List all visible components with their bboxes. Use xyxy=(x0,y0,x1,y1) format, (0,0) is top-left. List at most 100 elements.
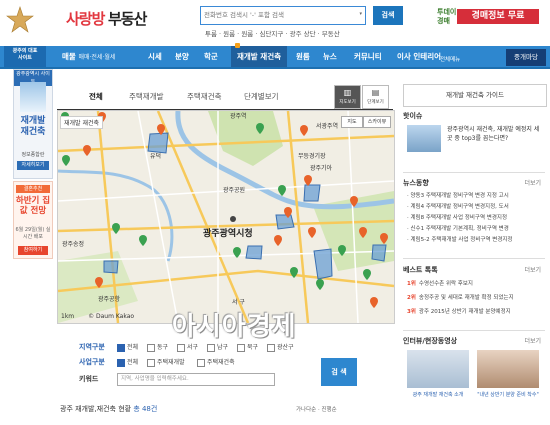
map-label: 광주공항 xyxy=(98,296,121,303)
stage-view-button[interactable]: ▤ 단계보기 xyxy=(362,85,389,109)
best-talk-item[interactable]: 2위 송정주공 및 세대로 재개발 확정 되었는지 xyxy=(407,293,543,301)
banner-red-tag: 결혼추천 xyxy=(16,185,50,193)
nav-item-sale[interactable]: 매물 매매·전세·월세 xyxy=(62,46,115,67)
status-heading: 광주 재개발,재건축 현황 총 48건 xyxy=(60,404,157,414)
nav-item-price[interactable]: 시세 xyxy=(148,46,162,67)
main-nav: 광주의 대표 사이트 매물 매매·전세·월세 시세 분양 학군 재개발 재건축 원… xyxy=(0,43,550,69)
nav-item-presale[interactable]: 분양 xyxy=(175,46,189,67)
project-map[interactable]: 재개발 재건축 지도 스카이뷰 광주역 서광주역 광주공원 광주송정 광주공항 … xyxy=(57,110,395,324)
nav-item-community[interactable]: 커뮤니티 xyxy=(354,46,382,67)
news-item[interactable]: · 계림4 주택재개발 정비구역 변경지정, 도서 xyxy=(407,202,543,210)
all-menu-link[interactable]: 전체메뉴 xyxy=(440,55,460,63)
search-option-icon[interactable]: ▾ xyxy=(359,11,362,17)
nav-item-moving[interactable]: 이사 인테리어 xyxy=(397,46,441,67)
watermark-text: 아시아경제 xyxy=(172,312,297,342)
map-label: 서광주역 xyxy=(316,123,339,130)
divider xyxy=(403,172,545,173)
banner-detail-button[interactable]: 자세히보기 xyxy=(17,161,49,170)
stage-view-label: 단계보기 xyxy=(367,100,384,105)
stage-view-icon: ▤ xyxy=(371,88,380,97)
business-option-all[interactable]: 전체 xyxy=(117,357,138,367)
region-option-seogu[interactable]: 서구 xyxy=(177,342,198,352)
video-section: 인터뷰/현장동영상 더보기 광주 재개발 재건축 소개 "내년 상반기 분양 준… xyxy=(403,336,545,425)
status-title: 광주 재개발,재건축 현황 xyxy=(60,405,132,413)
keyword-input[interactable]: 지역, 사업명을 입력해주세요. xyxy=(117,373,275,386)
project-area[interactable] xyxy=(275,214,295,230)
tab-by-stage[interactable]: 단계별보기 xyxy=(244,84,279,109)
video-heading: 인터뷰/현장동영상 xyxy=(403,337,458,345)
filter-search-button[interactable]: 검 색 xyxy=(321,358,357,386)
map-type-normal-button[interactable]: 지도 xyxy=(341,116,363,128)
right-sidebar: 재개발 재건축 가이드 핫이슈 광주광역시 재건축, 재개발 예정지 세곳 중 … xyxy=(403,84,547,425)
banner-join-button[interactable]: 참여하기 xyxy=(18,246,48,255)
news-item[interactable]: · 양동3 주택재개발 정비구역 변경 지정 고시 xyxy=(407,191,543,199)
business-option-reconstruction[interactable]: 주택재건축 xyxy=(197,357,235,367)
issue-thumbnail[interactable] xyxy=(407,125,441,152)
nav-item-redevelopment[interactable]: 재개발 재건축 xyxy=(231,43,288,67)
search-quick-links[interactable]: 투룸 · 원룸 · 원룸 · 심단지구 · 광주 상단 · 부동산 xyxy=(205,28,340,38)
tab-all[interactable]: 전체 xyxy=(89,84,103,109)
guide-link[interactable]: 재개발 재건축 가이드 xyxy=(403,84,547,107)
status-count: 총 48건 xyxy=(133,405,158,413)
search-filter: 지역구분 전체 동구 서구 남구 북구 광산구 사업구분 전체 주택재개발 주택… xyxy=(57,334,393,404)
logo-main-text[interactable]: 사랑방 xyxy=(66,8,105,29)
search-input[interactable] xyxy=(201,7,322,22)
best-talk-item[interactable]: 3위 광주 2015년 상반기 재개발 분양예정지 xyxy=(407,307,543,315)
region-option-gwangsangu[interactable]: 광산구 xyxy=(267,342,294,352)
broker-button[interactable]: 중개마당 xyxy=(506,49,546,66)
forecast-banner[interactable]: 결혼추천 하반기 집값 전망 6월 29일(월) 실시간 배포 참여하기 xyxy=(13,181,53,259)
video-caption[interactable]: 광주 재개발 재건축 소개 xyxy=(407,392,469,399)
project-area[interactable] xyxy=(245,245,263,260)
nav-item-oneroom[interactable]: 원룸 xyxy=(296,46,310,67)
best-talk-heading: 베스트 톡톡 xyxy=(403,266,438,274)
tab-house-redevelopment[interactable]: 주택재개발 xyxy=(129,84,164,109)
map-label: 광주기아 xyxy=(310,165,333,172)
video-caption[interactable]: "내년 상반기 분양 준비 착수" xyxy=(477,392,539,399)
promo-banner[interactable]: 경매정보 무료 xyxy=(457,9,539,24)
region-option-donggu[interactable]: 동구 xyxy=(147,342,168,352)
project-area[interactable] xyxy=(371,244,387,262)
news-item[interactable]: · 계림5-2 주택재개발 사업 정비구역 변경지정 xyxy=(407,235,543,243)
banner-title: 재개발 재건축 xyxy=(20,116,46,137)
region-option-bukgu[interactable]: 북구 xyxy=(237,342,258,352)
news-heading: 뉴스동향 xyxy=(403,179,429,187)
map-view-button[interactable]: ▥ 지도보기 xyxy=(334,85,361,109)
business-filter-label: 사업구분 xyxy=(79,358,105,366)
banner-subtitle: 정보종합란 xyxy=(21,152,45,158)
best-talk-more-link[interactable]: 더보기 xyxy=(524,265,541,274)
nav-item-school[interactable]: 학군 xyxy=(204,46,218,67)
redevelopment-banner[interactable]: 광주광역시 사이트 재개발 재건축 정보종합란 자세히보기 xyxy=(13,69,53,179)
site-home-badge[interactable]: 광주의 대표 사이트 xyxy=(4,46,46,67)
city-hall-marker xyxy=(230,216,236,222)
best-talk-item[interactable]: 1위 수영선수촌 위락 후보지 xyxy=(407,279,543,287)
keyword-label: 키워드 xyxy=(79,375,99,383)
project-area[interactable] xyxy=(147,132,169,154)
news-item[interactable]: · 계림8 주택재개발 사업 정비구역 변경지정 xyxy=(407,213,543,221)
news-section: 뉴스동향 더보기 · 양동3 주택재개발 정비구역 변경 지정 고시 · 계림4… xyxy=(403,178,545,248)
sort-options[interactable]: 가나다순 · 진행순 xyxy=(296,405,337,413)
map-view-label: 지도보기 xyxy=(339,100,356,105)
map-scale-value: 1km xyxy=(61,313,75,320)
header: 사랑방 부동산 ▾ 검색 투룸 · 원룸 · 원룸 · 심단지구 · 광주 상단… xyxy=(0,0,550,46)
map-type-sky-button[interactable]: 스카이뷰 xyxy=(363,116,391,128)
project-area[interactable] xyxy=(103,260,119,274)
region-option-all[interactable]: 전체 xyxy=(117,342,138,352)
video-more-link[interactable]: 더보기 xyxy=(524,336,541,345)
search-button[interactable]: 검색 xyxy=(373,6,403,25)
video-thumbnail[interactable] xyxy=(477,350,539,388)
issue-text[interactable]: 광주광역시 재건축, 재개발 예정지 세곳 중 top3를 꼽는다면? xyxy=(447,125,541,143)
news-more-link[interactable]: 더보기 xyxy=(524,178,541,187)
video-thumbnail[interactable] xyxy=(407,350,469,388)
project-area[interactable] xyxy=(303,184,321,202)
hot-issue-heading: 핫이슈 xyxy=(403,112,423,120)
tab-house-reconstruction[interactable]: 주택재건축 xyxy=(187,84,222,109)
map-label: 광주공원 xyxy=(223,187,246,194)
region-filter-label: 지역구분 xyxy=(79,343,105,351)
map-scale: 1km © Daum Kakao xyxy=(61,313,134,320)
logo-sub-text[interactable]: 부동산 xyxy=(108,8,147,29)
news-item[interactable]: · 신수1 주택재개발 기본계획, 정비구역 변경 xyxy=(407,224,543,232)
region-option-namgu[interactable]: 남구 xyxy=(207,342,228,352)
business-option-redevelopment[interactable]: 주택재개발 xyxy=(147,357,185,367)
map-label: 서 구 xyxy=(232,299,245,306)
nav-item-news[interactable]: 뉴스 xyxy=(323,46,337,67)
